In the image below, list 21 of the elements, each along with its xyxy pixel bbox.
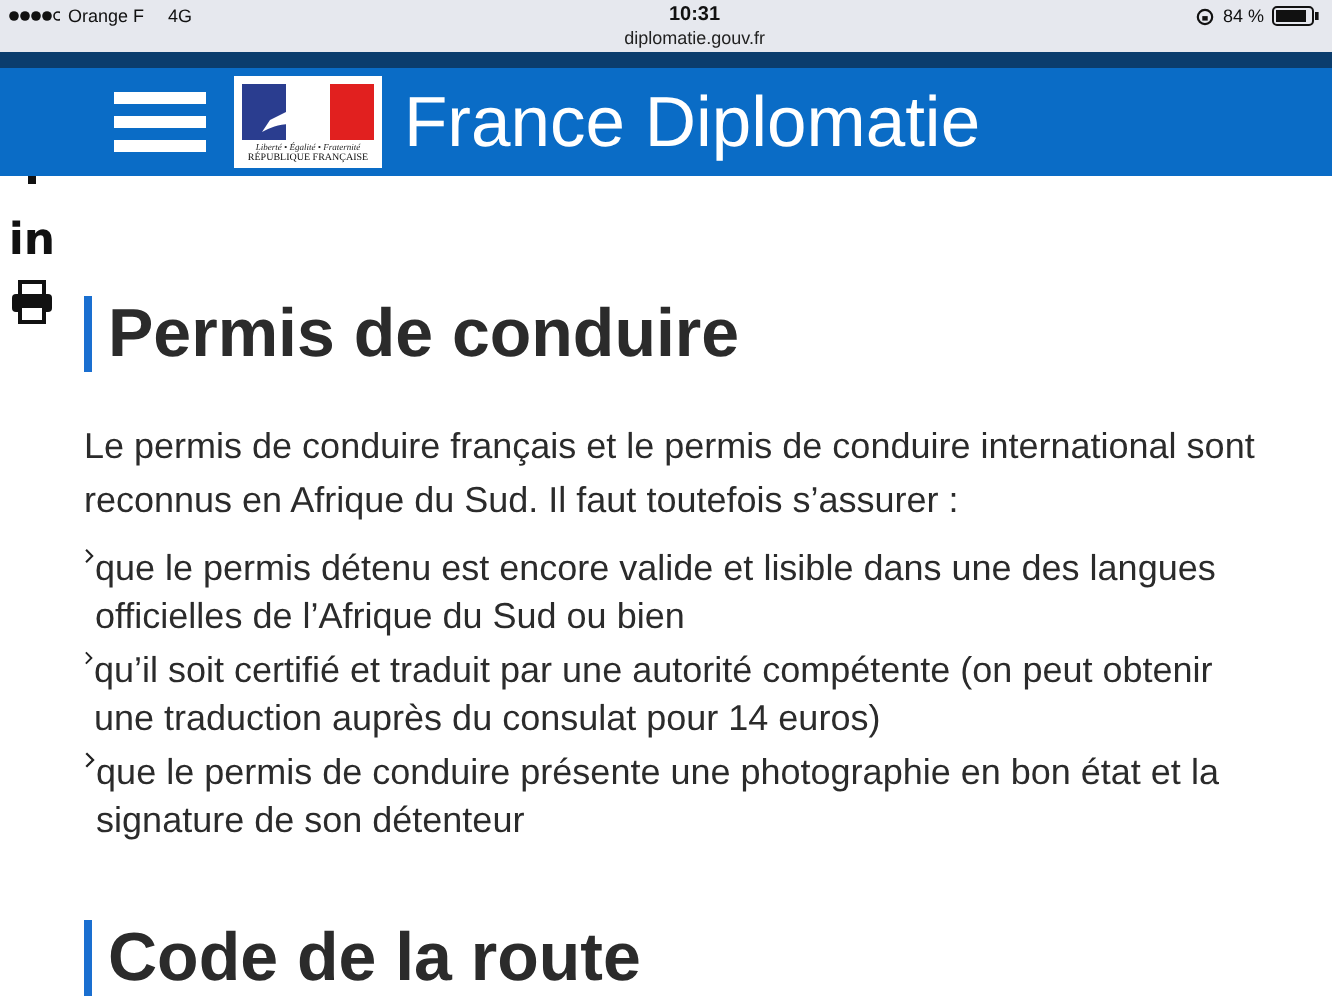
list-item-text: que le permis de conduire présente une photographie en bon état et la signature de son détenteur xyxy=(96,750,1221,844)
print-icon[interactable] xyxy=(10,280,54,324)
rotation-lock-icon xyxy=(1196,7,1215,25)
chevron-icon xyxy=(84,646,94,670)
address-text[interactable]: diplomatie.gouv.fr xyxy=(624,28,765,50)
paragraph: Le permis de conduire français et le permis de conduire international sont reconnus en Afrique du Sud. Il faut toutefois s’assurer : xyxy=(84,424,1257,524)
network-type: 4G xyxy=(168,6,193,26)
site-title: France Diplomatie xyxy=(404,82,981,162)
flag-emblem-icon xyxy=(242,84,374,140)
chevron-icon xyxy=(84,544,95,568)
section-heading: Permis de conduire xyxy=(84,296,1276,372)
battery-percent: 84 % xyxy=(1222,6,1264,26)
list-item-text: qu’il soit certifié et traduit par une autorité compétente (on peut obtenir une traduction auprès du consulat pour 14 euros) xyxy=(93,648,1215,742)
carrier-name: Orange F xyxy=(68,6,145,26)
menu-button[interactable] xyxy=(114,92,206,152)
linkedin-icon[interactable]: in xyxy=(8,220,56,264)
clock: 10:31 xyxy=(668,2,721,28)
signal-icon xyxy=(8,10,60,22)
battery-icon xyxy=(1272,6,1320,26)
chevron-icon xyxy=(84,748,97,772)
section-heading: Code de la route xyxy=(84,920,1276,996)
